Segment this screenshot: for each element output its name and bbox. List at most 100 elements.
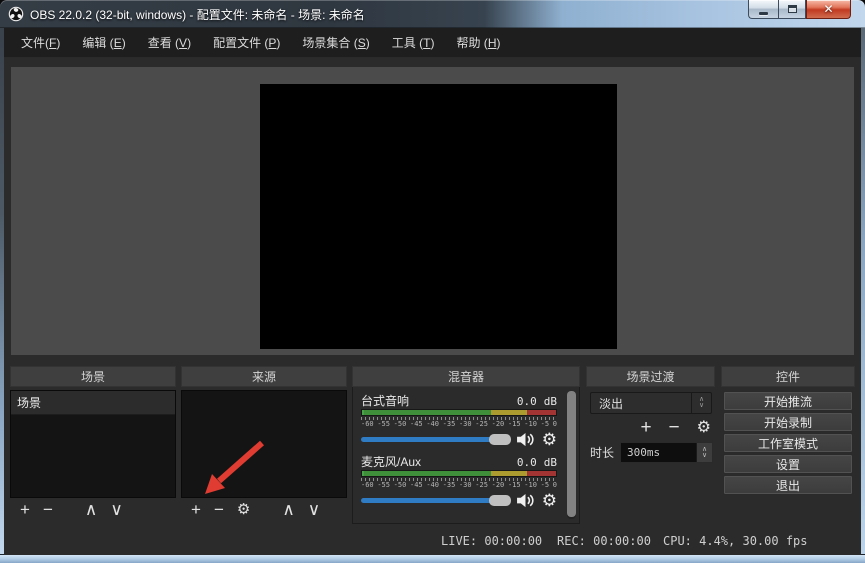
meter-scale: -60-55-50-45-40-35-30-25-20-15-10-50 [361,481,557,489]
volume-slider[interactable] [361,493,511,508]
speaker-icon[interactable] [516,493,535,508]
mixer-scrollbar[interactable] [567,391,576,519]
maximize-button[interactable] [778,0,806,19]
transition-duration-row: 时长 300ms ∧ ∨ [590,442,713,463]
obs-logo-icon [8,6,24,22]
remove-transition-button[interactable]: − [669,418,680,437]
scene-list-item[interactable]: 场景 [11,391,175,415]
start-streaming-button[interactable]: 开始推流 [723,391,853,411]
settings-button[interactable]: 设置 [723,454,853,474]
sources-dock-header[interactable]: 来源 [181,366,347,387]
live-time: LIVE: 00:00:00 [441,534,542,548]
controls-dock-header[interactable]: 控件 [721,366,855,387]
volume-meter [361,409,557,416]
chevron-down-icon: ∨ [699,403,704,409]
sources-title: 来源 [252,368,276,385]
scenes-list: 场景 [10,390,176,498]
status-bar: LIVE: 00:00:00 REC: 00:00:00 CPU: 4.4%, … [4,528,861,555]
volume-slider-handle[interactable] [489,434,511,445]
mixer-title: 混音器 [448,368,484,385]
maximize-icon [788,5,797,13]
menu-file[interactable]: 文件(F) [10,29,71,56]
source-properties-gear-icon[interactable]: ⚙ [237,502,250,517]
mixer-channel-desktop-audio: 台式音响 0.0 dB -60-55-50-45-40-35-30-25-20-… [361,392,557,447]
transition-selected-value: 淡出 [591,395,691,412]
obs-window: OBS 22.0.2 (32-bit, windows) - 配置文件: 未命名… [0,0,865,563]
remove-scene-button[interactable]: − [43,501,53,518]
scenes-dock-header[interactable]: 场景 [10,366,176,387]
mixer-channel-mic-aux: 麦克风/Aux 0.0 dB -60-55-50-45-40-35-30-25-… [361,453,557,508]
channel-name: 麦克风/Aux [361,453,517,470]
transitions-dock-header[interactable]: 场景过渡 [586,366,715,387]
mixer-body: 台式音响 0.0 dB -60-55-50-45-40-35-30-25-20-… [352,387,580,524]
dock-row: 场景 场景 + − ∧ ∨ 来源 + − ⚙ [4,362,861,528]
preview-zone [4,58,861,363]
window-border-right [861,26,865,563]
window-border-bottom [0,555,865,563]
channel-level: 0.0 [517,395,537,408]
transition-select[interactable]: 淡出 ∧ ∨ [590,392,712,414]
volume-meter [361,470,557,477]
exit-button[interactable]: 退出 [723,475,853,495]
controls-panel: 控件 开始推流 开始录制 工作室模式 设置 退出 [721,366,855,524]
duration-label: 时长 [590,444,614,461]
controls-title: 控件 [776,368,800,385]
add-source-button[interactable]: + [191,501,201,518]
channel-gear-icon[interactable]: ⚙ [542,432,557,447]
transition-select-arrows[interactable]: ∧ ∨ [691,393,711,413]
transitions-title: 场景过渡 [626,368,674,385]
channel-level-unit: dB [544,456,557,469]
add-transition-button[interactable]: + [640,418,651,437]
menu-tools[interactable]: 工具 (T) [381,29,446,56]
volume-slider-handle[interactable] [489,495,511,506]
menu-edit[interactable]: 编辑 (E) [71,29,136,56]
meter-scale: -60-55-50-45-40-35-30-25-20-15-10-50 [361,420,557,428]
sources-list [181,390,347,498]
minimize-button[interactable] [748,0,778,19]
close-icon: ✕ [823,3,833,15]
chevron-down-icon: ∨ [702,453,707,459]
mixer-dock-header[interactable]: 混音器 [352,366,580,387]
cpu-fps: CPU: 4.4%, 30.00 fps [663,534,808,548]
duration-value[interactable]: 300ms [621,443,696,462]
remove-source-button[interactable]: − [214,501,224,518]
menu-bar: 文件(F) 编辑 (E) 查看 (V) 配置文件 (P) 场景集合 (S) 工具… [4,28,861,58]
minimize-icon [759,12,768,15]
sources-toolbar: + − ⚙ ∧ ∨ [183,496,347,522]
transition-properties-gear-icon[interactable]: ⚙ [697,420,711,436]
volume-slider[interactable] [361,432,511,447]
scene-down-button[interactable]: ∨ [110,501,122,518]
menu-view[interactable]: 查看 (V) [137,29,202,56]
sources-panel: 来源 + − ⚙ ∧ ∨ [181,366,347,524]
preview-canvas[interactable] [260,84,617,349]
channel-level-unit: dB [544,395,557,408]
window-controls: ✕ [748,0,851,19]
mixer-scrollbar-thumb[interactable] [567,391,576,517]
studio-mode-button[interactable]: 工作室模式 [723,433,853,453]
speaker-icon[interactable] [516,432,535,447]
channel-level: 0.0 [517,456,537,469]
source-down-button[interactable]: ∨ [308,501,320,518]
channel-gear-icon[interactable]: ⚙ [542,493,557,508]
scenes-title: 场景 [81,368,105,385]
mixer-panel: 混音器 台式音响 0.0 dB -60-55-50-45-40-35-30-25… [352,366,580,524]
menu-help[interactable]: 帮助 (H) [445,29,511,56]
transitions-toolbar: + − ⚙ [640,418,711,437]
duration-spinbox[interactable]: 300ms ∧ ∨ [620,442,713,463]
rec-time: REC: 00:00:00 [557,534,651,548]
menu-profile[interactable]: 配置文件 (P) [202,29,291,56]
channel-name: 台式音响 [361,392,517,409]
scenes-toolbar: + − ∧ ∨ [12,496,176,522]
close-button[interactable]: ✕ [806,0,851,19]
source-up-button[interactable]: ∧ [282,501,294,518]
menu-scene-collection[interactable]: 场景集合 (S) [291,29,380,56]
transitions-panel: 场景过渡 淡出 ∧ ∨ + − ⚙ 时长 300ms ∧ [586,366,715,524]
preview-background [11,67,854,355]
add-scene-button[interactable]: + [20,501,30,518]
duration-spin-buttons[interactable]: ∧ ∨ [696,443,712,462]
start-recording-button[interactable]: 开始录制 [723,412,853,432]
window-title: OBS 22.0.2 (32-bit, windows) - 配置文件: 未命名… [30,6,365,23]
scene-up-button[interactable]: ∧ [85,501,97,518]
scenes-panel: 场景 场景 + − ∧ ∨ [10,366,176,524]
title-bar[interactable]: OBS 22.0.2 (32-bit, windows) - 配置文件: 未命名… [0,0,865,28]
